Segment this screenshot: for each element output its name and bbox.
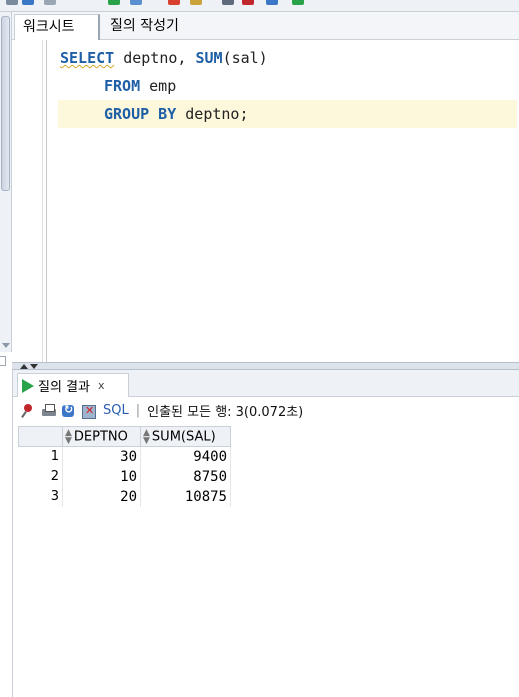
panel-edge-handle[interactable]	[0, 356, 6, 366]
sql-developer-window: 워크시트 질의 작성기 SELECT deptno, SUM(sal) FROM…	[0, 0, 519, 697]
toolbar-icon[interactable]	[190, 0, 202, 5]
toolbar-icon[interactable]	[6, 0, 18, 5]
toolbar-icon[interactable]	[292, 0, 304, 5]
table-row[interactable]: 1 30 9400	[18, 446, 231, 467]
fetch-status: 인출된 모든 행: 3(0.072초)	[147, 405, 304, 420]
row-number: 1	[18, 446, 63, 467]
scroll-down-arrow-icon[interactable]	[2, 343, 10, 348]
result-tab-bar: 질의 결과 x	[13, 370, 519, 397]
code-text: deptno;	[176, 105, 249, 123]
refresh-icon[interactable]	[61, 403, 77, 419]
row-number: 3	[18, 486, 63, 507]
cell-sum-sal[interactable]: 8750	[140, 466, 231, 487]
scrollbar-thumb[interactable]	[1, 16, 10, 191]
tab-query-builder[interactable]: 질의 작성기	[102, 14, 187, 40]
toolbar-icon[interactable]	[266, 0, 278, 5]
toolbar-icon[interactable]	[44, 0, 56, 5]
run-play-icon	[22, 378, 34, 393]
cell-deptno[interactable]: 30	[62, 446, 141, 467]
editor-gutter	[12, 40, 47, 362]
toolbar-separator: |	[135, 403, 141, 418]
tab-worksheet[interactable]: 워크시트	[14, 14, 100, 40]
tab-query-result[interactable]: 질의 결과 x	[17, 373, 129, 397]
cell-deptno[interactable]: 20	[62, 486, 141, 507]
column-header-deptno[interactable]: ▲ ▼ DEPTNO	[62, 426, 141, 447]
collapse-up-icon[interactable]	[20, 364, 28, 369]
table-row[interactable]: 2 10 8750	[18, 466, 231, 487]
current-code-line[interactable]: GROUP BY deptno;	[58, 100, 517, 128]
code-text: deptno,	[114, 49, 196, 67]
toolbar-icon[interactable]	[130, 0, 142, 5]
cell-deptno[interactable]: 10	[62, 466, 141, 487]
top-toolbar	[0, 0, 519, 12]
code-line[interactable]: SELECT deptno, SUM(sal)	[60, 44, 517, 72]
sort-icon[interactable]: ▲ ▼	[143, 428, 150, 445]
keyword: FROM	[104, 77, 141, 95]
row-number: 2	[18, 466, 63, 487]
worksheet-tab-bar: 워크시트 질의 작성기	[12, 12, 519, 40]
cell-sum-sal[interactable]: 10875	[140, 486, 231, 507]
toolbar-icon[interactable]	[222, 0, 234, 5]
table-row[interactable]: 3 20 10875	[18, 486, 231, 507]
code-line[interactable]: FROM emp	[60, 72, 517, 100]
toolbar-icon[interactable]	[168, 0, 180, 5]
result-toolbar: SQL | 인출된 모든 행: 3(0.072초)	[13, 397, 519, 424]
column-header-label: SUM(SAL)	[151, 429, 216, 444]
query-result-panel: 질의 결과 x SQL | 인출된 모든 행: 3(0.072초) ▲▼DEPT…	[12, 370, 519, 697]
close-tab-icon[interactable]: x	[98, 379, 105, 392]
result-grid[interactable]: ▲ ▼ DEPTNO ▲ ▼ SUM(SAL) 1 30 9400 2 10 8750 …	[18, 426, 231, 507]
keyword: GROUP BY	[104, 105, 177, 123]
pane-splitter[interactable]	[12, 362, 519, 370]
toolbar-icon[interactable]	[242, 0, 254, 5]
sort-icon[interactable]: ▲ ▼	[65, 428, 72, 445]
print-icon[interactable]	[41, 403, 57, 419]
code-text: (sal)	[222, 49, 268, 67]
gutter-divider	[42, 40, 43, 362]
code-area[interactable]: SELECT deptno, SUM(sal) FROM emp GROUP B…	[58, 44, 517, 128]
left-scrollbar[interactable]	[0, 12, 12, 352]
code-text: emp	[140, 77, 177, 95]
keyword: SUM	[195, 49, 223, 67]
sql-editor[interactable]: SELECT deptno, SUM(sal) FROM emp GROUP B…	[12, 40, 519, 362]
cell-sum-sal[interactable]: 9400	[140, 446, 231, 467]
column-header-sum-sal[interactable]: ▲ ▼ SUM(SAL)	[140, 426, 231, 447]
toolbar-icon[interactable]	[22, 0, 34, 5]
pin-icon[interactable]	[21, 403, 37, 419]
result-tab-label: 질의 결과	[38, 380, 90, 395]
row-number-header	[18, 426, 63, 447]
toolbar-icon[interactable]	[108, 0, 120, 5]
sql-button[interactable]: SQL	[103, 403, 129, 418]
column-header-label: DEPTNO	[73, 429, 128, 444]
collapse-down-icon[interactable]	[30, 364, 38, 369]
keyword: SELECT	[60, 49, 115, 67]
delete-icon[interactable]	[81, 403, 97, 419]
